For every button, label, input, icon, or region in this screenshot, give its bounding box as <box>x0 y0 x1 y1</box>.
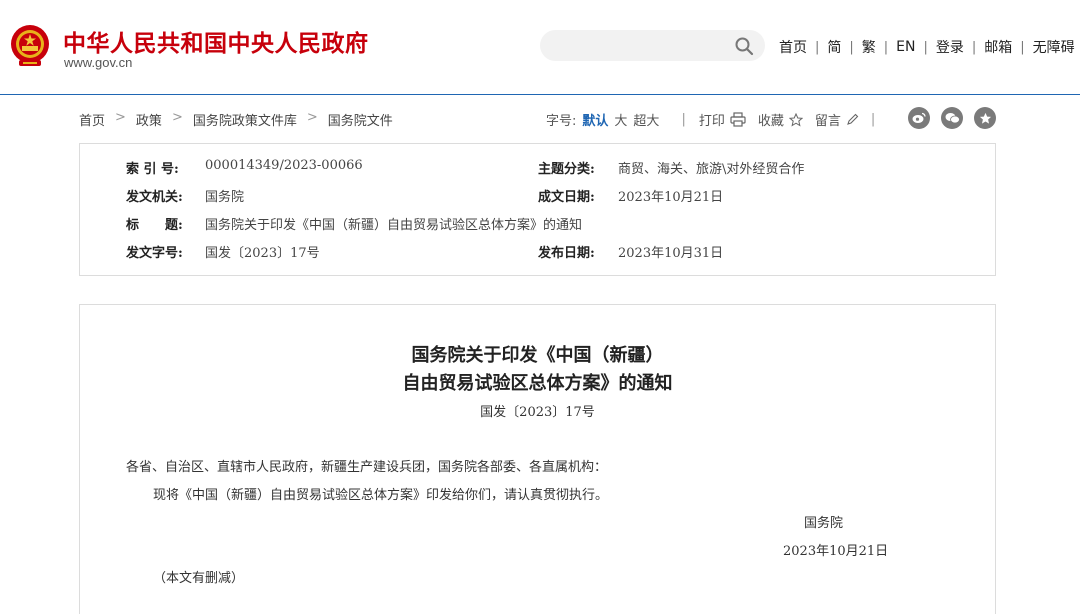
nav-separator: | <box>815 39 820 55</box>
publish-date-label: 发布日期: <box>538 246 595 261</box>
chevron-right-icon: > <box>115 110 126 125</box>
issuer-label: 发文机关: <box>126 190 183 205</box>
doc-no-label: 发文字号: <box>126 246 183 261</box>
document-signature: 国务院 <box>804 516 844 531</box>
nav-separator: | <box>1020 39 1025 55</box>
breadcrumb-policy-library[interactable]: 国务院政策文件库 <box>193 110 297 129</box>
font-size-label: 字号: <box>546 114 577 129</box>
breadcrumb: 首页 > 政策 > 国务院政策文件库 > 国务院文件 <box>79 110 393 129</box>
document-title-line1: 国务院关于印发《中国（新疆） <box>411 345 664 366</box>
written-date-value: 2023年10月21日 <box>618 190 724 205</box>
nav-traditional[interactable]: 繁 <box>862 37 876 57</box>
issuer-value: 国务院 <box>205 190 245 205</box>
document-date: 2023年10月21日 <box>783 544 889 559</box>
favorite-label: 收藏 <box>757 114 784 129</box>
print-label: 打印 <box>698 114 725 129</box>
site-header: 中华人民共和国中央人民政府 www.gov.cn 首页 | 简 | 繁 | EN… <box>0 0 1080 95</box>
nav-home[interactable]: 首页 <box>779 37 807 57</box>
wechat-glyph-icon <box>945 113 960 124</box>
doc-no-value: 国发〔2023〕17号 <box>205 246 320 261</box>
page-tools: 字号: 默认 大 超大 | 打印 收藏 留言 | <box>546 110 875 129</box>
breadcrumb-home[interactable]: 首页 <box>79 110 105 129</box>
comment-label: 留言 <box>814 114 841 129</box>
document-note: （本文有删减） <box>153 571 245 586</box>
meta-row: 标 题: 国务院关于印发《中国（新疆）自由贸易试验区总体方案》的通知 <box>80 214 995 234</box>
breadcrumb-toolbar: 首页 > 政策 > 国务院政策文件库 > 国务院文件 字号: 默认 大 超大 |… <box>0 100 1080 136</box>
star-share-icon[interactable] <box>974 107 996 129</box>
title-value: 国务院关于印发《中国（新疆）自由贸易试验区总体方案》的通知 <box>205 218 583 233</box>
publish-date-value: 2023年10月31日 <box>618 246 724 261</box>
weibo-glyph-icon <box>912 112 926 123</box>
header-divider <box>0 94 1080 95</box>
font-size-large[interactable]: 大 <box>614 110 627 129</box>
tool-separator: | <box>681 112 686 127</box>
nav-separator: | <box>883 39 889 55</box>
font-size-xlarge[interactable]: 超大 <box>633 110 659 129</box>
national-emblem-logo[interactable] <box>9 24 51 70</box>
document-body: 国务院关于印发《中国（新疆） 自由贸易试验区总体方案》的通知 国发〔2023〕1… <box>79 304 996 614</box>
meta-row: 发文机关: 国务院 成文日期: 2023年10月21日 <box>80 186 995 206</box>
nav-mail[interactable]: 邮箱 <box>984 37 1012 57</box>
meta-row: 索 引 号: 000014349/2023-00066 主题分类: 商贸、海关、… <box>80 158 995 178</box>
index-no-value: 000014349/2023-00066 <box>205 158 363 173</box>
written-date-label: 成文日期: <box>538 190 595 205</box>
title-label: 标 题: <box>126 218 183 233</box>
site-url: www.gov.cn <box>64 55 133 70</box>
document-number: 国发〔2023〕17号 <box>480 405 595 420</box>
nav-login[interactable]: 登录 <box>936 37 964 57</box>
star-icon <box>788 112 803 127</box>
chevron-right-icon: > <box>306 110 318 125</box>
search-box <box>540 30 765 61</box>
printer-icon <box>730 112 746 127</box>
nav-separator: | <box>923 39 928 55</box>
nav-separator: | <box>971 39 977 55</box>
nav-simplified[interactable]: 简 <box>827 37 841 57</box>
top-nav: 首页 | 简 | 繁 | EN | 登录 | 邮箱 | 无障碍 <box>779 37 1075 57</box>
star-glyph-icon <box>979 112 991 124</box>
chevron-right-icon: > <box>171 110 183 125</box>
nav-english[interactable]: EN <box>896 39 915 55</box>
search-icon[interactable] <box>734 36 754 56</box>
tool-separator: | <box>870 112 876 127</box>
search-input[interactable] <box>554 36 724 56</box>
wechat-icon[interactable] <box>941 107 963 129</box>
print-button[interactable]: 打印 <box>699 110 746 129</box>
document-paragraph: 现将《中国（新疆）自由贸易试验区总体方案》印发给你们，请认真贯彻执行。 <box>153 488 609 503</box>
nav-separator: | <box>849 39 854 55</box>
pencil-icon <box>847 113 859 125</box>
weibo-icon[interactable] <box>908 107 930 129</box>
index-no-label: 索 引 号: <box>126 162 179 177</box>
document-addressee: 各省、自治区、直辖市人民政府，新疆生产建设兵团，国务院各部委、各直属机构： <box>126 460 608 475</box>
category-label: 主题分类: <box>538 162 595 177</box>
document-metadata: 索 引 号: 000014349/2023-00066 主题分类: 商贸、海关、… <box>79 143 996 276</box>
meta-row: 发文字号: 国发〔2023〕17号 发布日期: 2023年10月31日 <box>80 242 995 262</box>
category-value: 商贸、海关、旅游\对外经贸合作 <box>618 162 805 177</box>
breadcrumb-state-council-docs[interactable]: 国务院文件 <box>328 110 393 129</box>
site-title[interactable]: 中华人民共和国中央人民政府 <box>63 24 369 58</box>
nav-accessibility[interactable]: 无障碍 <box>1033 37 1075 57</box>
font-size-default[interactable]: 默认 <box>582 110 608 129</box>
breadcrumb-policy[interactable]: 政策 <box>136 110 162 129</box>
comment-button[interactable]: 留言 <box>815 110 859 129</box>
document-title-line2: 自由贸易试验区总体方案》的通知 <box>402 373 673 394</box>
favorite-button[interactable]: 收藏 <box>758 110 803 129</box>
